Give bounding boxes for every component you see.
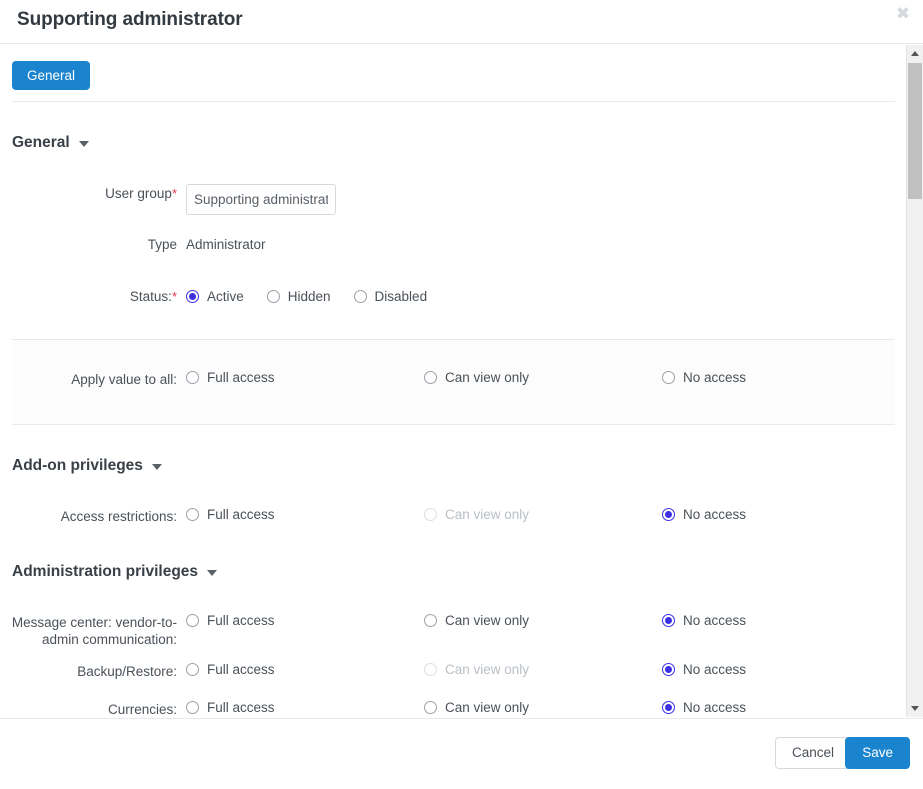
backup-restore-radio-full-access[interactable]: Full access xyxy=(186,662,275,677)
access-restrictions-label: Access restrictions: xyxy=(60,509,177,524)
access-restrictions-radio-no-access[interactable]: No access xyxy=(662,507,746,522)
user-group-input[interactable] xyxy=(186,184,336,215)
tab-general[interactable]: General xyxy=(12,61,91,90)
radio-indicator xyxy=(186,614,199,627)
radio-indicator xyxy=(424,701,437,714)
field-row-apply-all: Apply value to all: Full access Can view… xyxy=(12,370,895,394)
section-title-addon-privileges: Add-on privileges xyxy=(12,457,143,474)
status-label: Status:* xyxy=(129,289,177,304)
scroll-up-arrow-icon[interactable] xyxy=(907,45,923,62)
field-row-message-center: Message center: vendor-to-admin communic… xyxy=(0,613,907,648)
access-restrictions-radio-can-view-only: Can view only xyxy=(424,507,529,522)
radio-label: No access xyxy=(683,507,747,522)
apply-all-radio-can-view-only[interactable]: Can view only xyxy=(424,370,529,385)
section-header-administration-privileges: Administration privileges xyxy=(0,559,907,585)
section-title-general: General xyxy=(12,134,70,151)
radio-label: Can view only xyxy=(445,700,530,715)
apply-all-radio-full-access[interactable]: Full access xyxy=(186,370,275,385)
modal-footer: Cancel Save xyxy=(0,718,923,789)
access-restrictions-radio-full-access[interactable]: Full access xyxy=(186,507,275,522)
section-title-administration-privileges: Administration privileges xyxy=(12,563,199,580)
radio-label: Full access xyxy=(207,507,275,522)
radio-indicator xyxy=(353,290,367,303)
modal-header: Supporting administrator xyxy=(0,0,923,44)
radio-label: Can view only xyxy=(445,507,530,522)
currencies-radio-can-view-only[interactable]: Can view only xyxy=(424,700,529,715)
apply-value-to-all-band: Apply value to all: Full access Can view… xyxy=(12,339,895,425)
status-radio-disabled[interactable]: Disabled xyxy=(353,287,428,306)
radio-label: Full access xyxy=(207,613,275,628)
tab-bar: General xyxy=(12,44,895,102)
radio-label: Hidden xyxy=(287,289,331,304)
status-radio-active[interactable]: Active xyxy=(186,287,244,306)
chevron-down-icon-administration-privileges[interactable] xyxy=(207,570,218,576)
radio-label: No access xyxy=(683,370,747,385)
radio-indicator xyxy=(424,508,437,521)
radio-indicator xyxy=(662,508,675,521)
message-center-radio-no-access[interactable]: No access xyxy=(662,613,746,628)
radio-indicator xyxy=(186,290,199,303)
radio-indicator xyxy=(186,663,199,676)
field-row-type: Type Administrator xyxy=(0,235,907,259)
radio-label: Can view only xyxy=(445,613,530,628)
field-row-status: Status:* Active Hidden Disabled xyxy=(0,287,907,311)
chevron-down-icon-addon-privileges[interactable] xyxy=(151,464,162,470)
radio-label: No access xyxy=(683,700,747,715)
currencies-radio-full-access[interactable]: Full access xyxy=(186,700,275,715)
apply-all-label: Apply value to all: xyxy=(71,372,177,387)
radio-label: No access xyxy=(683,613,747,628)
type-value: Administrator xyxy=(186,237,266,252)
radio-indicator xyxy=(662,614,675,627)
radio-indicator xyxy=(266,290,280,303)
message-center-label: Message center: vendor-to-admin communic… xyxy=(11,615,177,647)
user-group-label: User group* xyxy=(105,186,177,201)
backup-restore-radio-no-access[interactable]: No access xyxy=(662,662,746,677)
scrollbar-thumb[interactable] xyxy=(908,63,922,199)
radio-indicator xyxy=(186,371,199,384)
radio-indicator xyxy=(424,663,437,676)
message-center-radio-full-access[interactable]: Full access xyxy=(186,613,275,628)
message-center-radio-can-view-only[interactable]: Can view only xyxy=(424,613,529,628)
cancel-button[interactable]: Cancel xyxy=(774,737,851,769)
backup-restore-label: Backup/Restore: xyxy=(77,664,177,679)
radio-indicator xyxy=(662,371,675,384)
currencies-radio-no-access[interactable]: No access xyxy=(662,700,746,715)
radio-label: Full access xyxy=(207,662,275,677)
radio-label: Active xyxy=(207,289,244,304)
radio-label: Can view only xyxy=(445,662,530,677)
type-label: Type xyxy=(147,237,177,252)
radio-indicator xyxy=(662,701,675,714)
save-button[interactable]: Save xyxy=(845,737,910,769)
currencies-label: Currencies: xyxy=(107,702,177,717)
page-title: Supporting administrator xyxy=(17,9,243,30)
field-row-user-group: User group* xyxy=(0,184,907,215)
section-header-addon-privileges: Add-on privileges xyxy=(0,453,907,479)
radio-indicator xyxy=(186,508,199,521)
radio-indicator xyxy=(424,614,437,627)
radio-label: Full access xyxy=(207,370,275,385)
form-content: General General User group* Supporting a… xyxy=(0,44,907,718)
status-radio-hidden[interactable]: Hidden xyxy=(266,287,331,306)
field-row-backup-restore: Backup/Restore: Full access Can view onl… xyxy=(0,662,907,686)
radio-label: Disabled xyxy=(374,289,428,304)
apply-all-radio-no-access[interactable]: No access xyxy=(662,370,746,385)
chevron-down-icon-general[interactable] xyxy=(78,141,89,147)
radio-label: No access xyxy=(683,662,747,677)
radio-indicator xyxy=(424,371,437,384)
vertical-scrollbar[interactable] xyxy=(906,45,923,717)
field-row-access-restrictions: Access restrictions: Full access Can vie… xyxy=(0,507,907,531)
radio-label: Can view only xyxy=(445,370,530,385)
radio-label: Full access xyxy=(207,700,275,715)
scroll-down-arrow-icon[interactable] xyxy=(907,700,923,717)
radio-indicator xyxy=(662,663,675,676)
section-header-general: General xyxy=(0,130,907,156)
supporting-administrator-modal: Supporting administrator ✖ General Gener… xyxy=(0,0,923,789)
radio-indicator xyxy=(186,701,199,714)
field-row-currencies: Currencies: Full access Can view only No… xyxy=(0,700,907,718)
backup-restore-radio-can-view-only: Can view only xyxy=(424,662,529,677)
close-icon[interactable]: ✖ xyxy=(892,3,914,25)
modal-body: General General User group* Supporting a… xyxy=(0,44,923,718)
